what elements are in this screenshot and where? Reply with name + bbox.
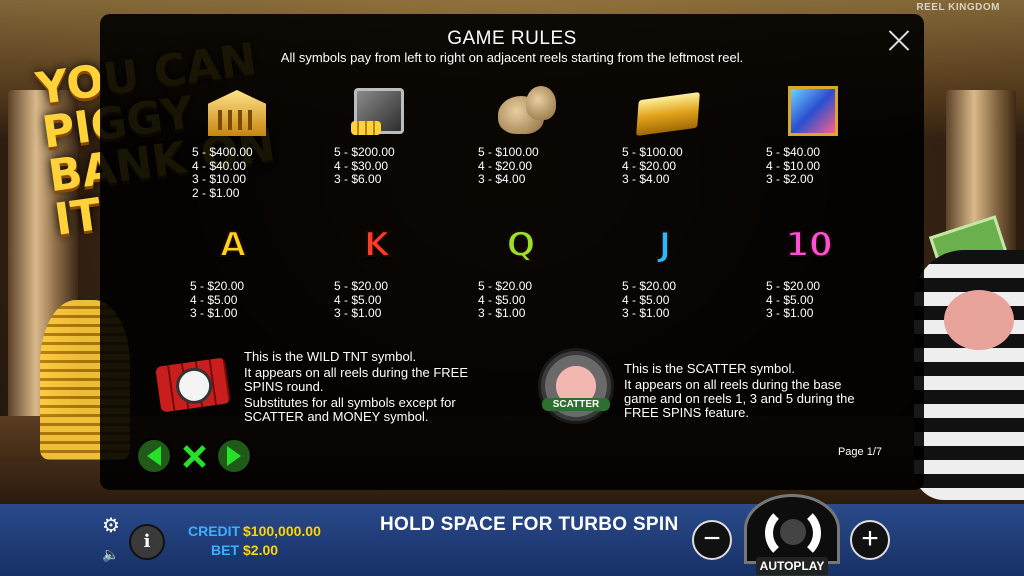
scatter-badge: SCATTER — [542, 398, 610, 411]
letter-q-icon: Q — [490, 222, 556, 272]
symbol-10: 10 5 - $20.00 4 - $5.00 3 - $1.00 — [766, 222, 896, 321]
credit-value: $100,000.00 — [243, 523, 321, 539]
spin-button[interactable] — [744, 494, 840, 564]
letter-k-icon: K — [346, 222, 412, 272]
gems-icon — [778, 84, 844, 138]
symbol-safe: 5 - $200.00 4 - $30.00 3 - $6.00 — [334, 84, 464, 187]
speaker-icon[interactable]: 🔈 — [102, 546, 120, 564]
arrow-right-icon — [227, 446, 241, 466]
robber-head — [944, 290, 1014, 350]
increase-bet-button[interactable]: + — [850, 520, 890, 560]
symbol-gold-bars: 5 - $100.00 4 - $20.00 3 - $4.00 — [622, 84, 752, 187]
gorilla-face-icon — [780, 519, 806, 545]
studio-watermark: REEL KINGDOM — [916, 2, 1000, 13]
money-bags-icon — [490, 84, 556, 138]
symbol-j: J 5 - $20.00 4 - $5.00 3 - $1.00 — [622, 222, 752, 321]
page-indicator: Page 1/7 — [837, 446, 882, 458]
scatter-description: This is the SCATTER symbol. It appears o… — [624, 361, 855, 420]
rules-title: GAME RULES — [447, 28, 577, 49]
symbol-a: A 5 - $20.00 4 - $5.00 3 - $1.00 — [190, 222, 320, 321]
letter-j-glyph: J — [658, 224, 673, 266]
number-10-glyph: 10 — [784, 224, 833, 266]
turbo-spin-hint: HOLD SPACE FOR TURBO SPIN — [380, 514, 679, 535]
game-rules-panel: GAME RULES All symbols pay from left to … — [100, 14, 924, 490]
letter-j-icon: J — [634, 222, 700, 272]
page-navigation — [136, 438, 252, 474]
rules-subtitle: All symbols pay from left to right on ad… — [280, 50, 744, 65]
letter-k-glyph: K — [363, 224, 391, 266]
robber-character — [914, 250, 1024, 500]
tnt-icon — [155, 354, 232, 414]
info-button[interactable]: i — [129, 524, 165, 560]
symbol-k: K 5 - $20.00 4 - $5.00 3 - $1.00 — [334, 222, 464, 321]
next-page-button[interactable] — [216, 438, 252, 474]
symbol-paytable: 5 - $20.00 4 - $5.00 3 - $1.00 — [766, 279, 821, 320]
close-rules-button[interactable] — [176, 438, 212, 474]
symbol-paytable: 5 - $200.00 4 - $30.00 3 - $6.00 — [334, 145, 395, 186]
symbol-paytable: 5 - $20.00 4 - $5.00 3 - $1.00 — [622, 279, 677, 320]
symbol-gems: 5 - $40.00 4 - $10.00 3 - $2.00 — [766, 84, 896, 187]
autoplay-button[interactable]: AUTOPLAY — [756, 557, 828, 575]
bank-icon — [204, 84, 270, 138]
safe-icon — [346, 84, 412, 138]
bet-value: $2.00 — [243, 542, 279, 558]
settings-gear-icon[interactable]: ⚙ — [100, 515, 122, 537]
symbol-paytable: 5 - $20.00 4 - $5.00 3 - $1.00 — [334, 279, 389, 320]
scatter-icon: SCATTER — [538, 348, 618, 428]
symbol-money-bags: 5 - $100.00 4 - $20.00 3 - $4.00 — [478, 84, 608, 187]
letter-q-glyph: Q — [506, 224, 537, 266]
arrow-left-icon — [147, 446, 161, 466]
credit-label: CREDIT — [188, 523, 241, 539]
symbol-bank: 5 - $400.00 4 - $40.00 3 - $10.00 2 - $1… — [192, 84, 322, 200]
letter-a-icon: A — [202, 222, 268, 272]
symbol-paytable: 5 - $20.00 4 - $5.00 3 - $1.00 — [478, 279, 533, 320]
wild-description: This is the WILD TNT symbol. It appears … — [244, 349, 469, 424]
symbol-q: Q 5 - $20.00 4 - $5.00 3 - $1.00 — [478, 222, 608, 321]
bet-label: BET — [211, 542, 239, 558]
symbol-paytable: 5 - $100.00 4 - $20.00 3 - $4.00 — [478, 145, 539, 186]
previous-page-button[interactable] — [136, 438, 172, 474]
gold-bars-icon — [634, 84, 700, 138]
close-button[interactable] — [888, 29, 910, 51]
symbol-paytable: 5 - $100.00 4 - $20.00 3 - $4.00 — [622, 145, 683, 186]
symbol-paytable: 5 - $20.00 4 - $5.00 3 - $1.00 — [190, 279, 245, 320]
letter-a-glyph: A — [219, 224, 247, 266]
symbol-paytable: 5 - $40.00 4 - $10.00 3 - $2.00 — [766, 145, 821, 186]
decrease-bet-button[interactable]: − — [692, 520, 732, 560]
symbol-paytable: 5 - $400.00 4 - $40.00 3 - $10.00 2 - $1… — [192, 145, 253, 200]
number-10-icon: 10 — [778, 222, 844, 272]
